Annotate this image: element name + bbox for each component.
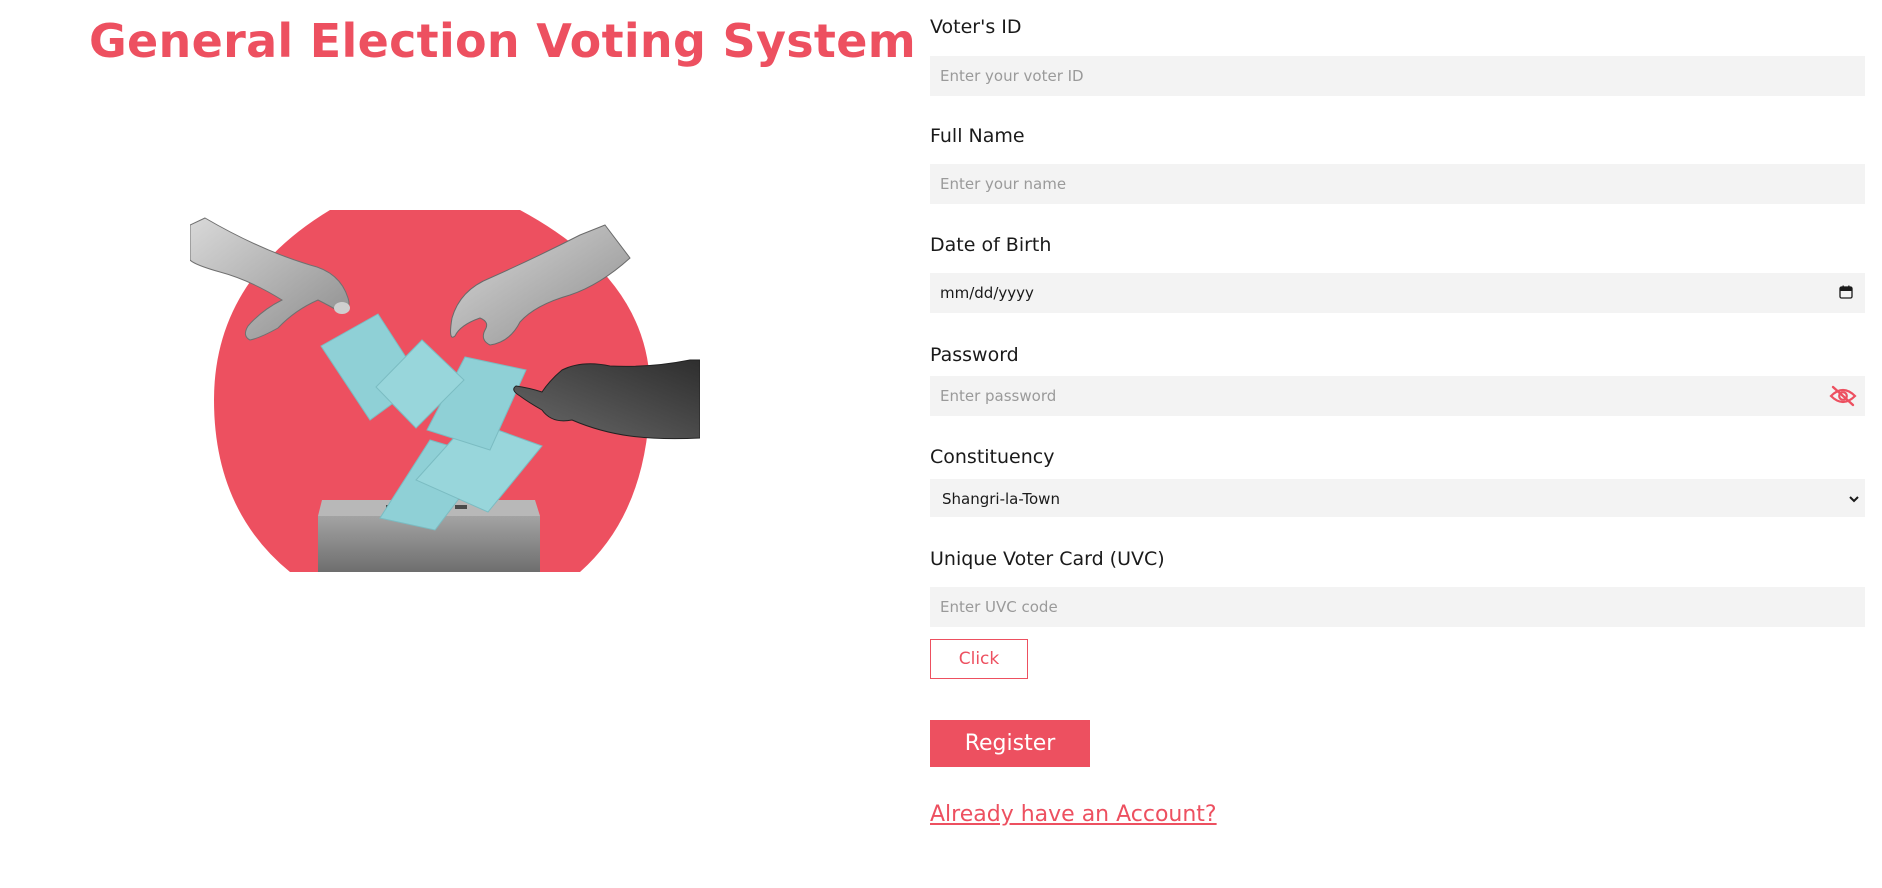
calendar-icon[interactable] — [1839, 285, 1853, 299]
constituency-select[interactable]: Shangri-la-Town — [930, 479, 1865, 517]
full-name-label: Full Name — [930, 125, 1025, 147]
uvc-label: Unique Voter Card (UVC) — [930, 548, 1165, 570]
uvc-input[interactable] — [930, 587, 1865, 627]
constituency-label: Constituency — [930, 446, 1055, 468]
constituency-selected-value: Shangri-la-Town — [942, 490, 1060, 508]
registration-form: Voter's ID Full Name Date of Birth mm/dd… — [930, 0, 1865, 888]
dob-label: Date of Birth — [930, 234, 1052, 256]
login-link[interactable]: Already have an Account? — [930, 802, 1217, 827]
dob-placeholder: mm/dd/yyyy — [940, 284, 1034, 302]
password-label: Password — [930, 344, 1019, 366]
full-name-field-wrapper — [930, 164, 1865, 204]
page-title: General Election Voting System — [89, 14, 916, 68]
dob-input[interactable]: mm/dd/yyyy — [930, 273, 1865, 313]
register-button[interactable]: Register — [930, 720, 1090, 767]
registration-page: General Election Voting System Voter's I… — [0, 0, 1882, 888]
uvc-field-wrapper — [930, 587, 1865, 627]
voter-id-label: Voter's ID — [930, 16, 1022, 38]
click-button[interactable]: Click — [930, 639, 1028, 679]
eye-off-icon[interactable] — [1829, 385, 1857, 407]
voter-id-input[interactable] — [930, 56, 1865, 96]
full-name-input[interactable] — [930, 164, 1865, 204]
password-field-wrapper — [930, 376, 1865, 416]
voter-id-field-wrapper — [930, 56, 1865, 96]
hero-panel: General Election Voting System — [0, 0, 916, 888]
voting-illustration — [190, 210, 700, 572]
chevron-down-icon — [1849, 496, 1859, 503]
password-input[interactable] — [930, 376, 1865, 416]
